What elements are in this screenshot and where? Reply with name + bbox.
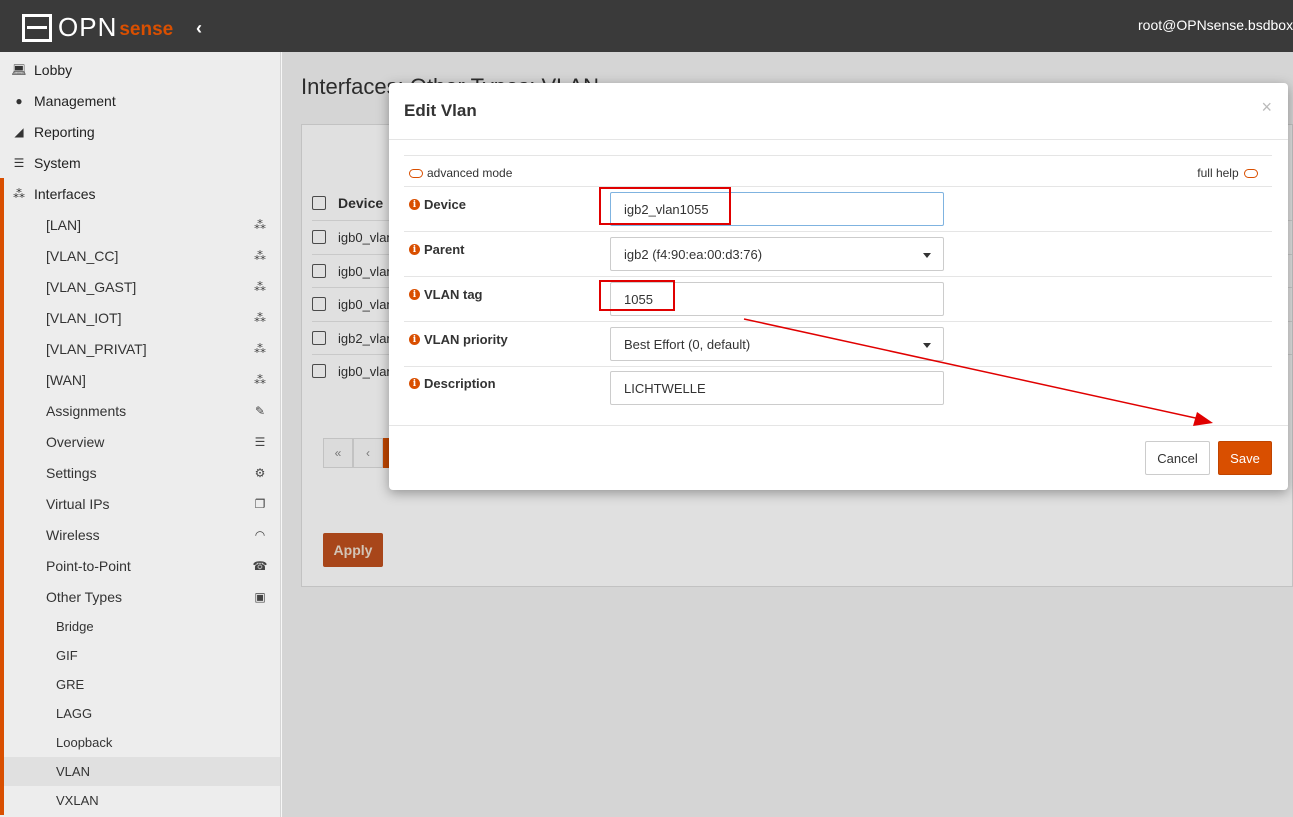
arrow-line bbox=[743, 318, 1201, 420]
arrow-head bbox=[1193, 412, 1213, 426]
arrow-annotation bbox=[743, 318, 1213, 426]
